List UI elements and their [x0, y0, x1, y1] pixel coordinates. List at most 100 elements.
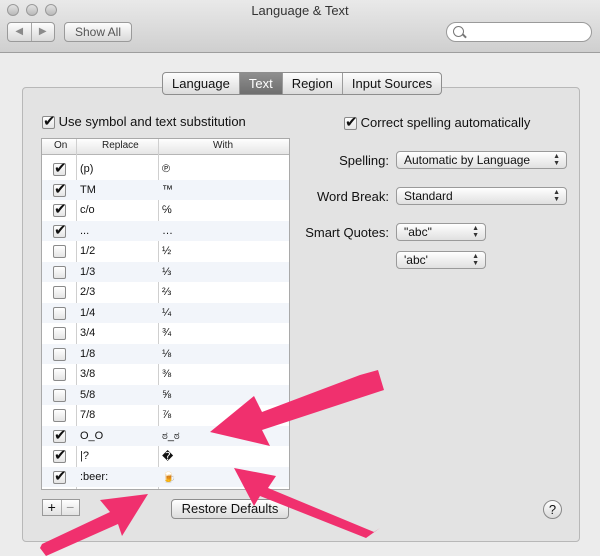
- row-enabled-checkbox[interactable]: [53, 426, 67, 444]
- table-row[interactable]: 1/8 ⅛: [42, 343, 289, 364]
- table-row[interactable]: 3/4 ¾: [42, 323, 289, 344]
- tab-text[interactable]: Text: [239, 73, 283, 94]
- column-header-with[interactable]: With: [213, 140, 233, 151]
- row-enabled-checkbox[interactable]: [53, 446, 67, 464]
- table-row[interactable]: TM ™: [42, 179, 289, 200]
- popup-arrows-icon: ▲ ▼: [472, 253, 479, 267]
- row-enabled-checkbox[interactable]: [53, 388, 66, 402]
- forward-icon[interactable]: ▶: [32, 23, 55, 41]
- table-row[interactable]: 1/4 ¼: [42, 302, 289, 323]
- row-with-text[interactable]: 🍺: [162, 471, 176, 484]
- title-bar: Language & Text ◀ ▶ Show All: [0, 0, 600, 53]
- correct-spelling-row: Correct spelling automatically: [344, 113, 531, 131]
- row-enabled-checkbox[interactable]: [53, 368, 66, 381]
- row-with-text[interactable]: ⅜: [162, 368, 171, 380]
- table-row[interactable]: |? �: [42, 446, 289, 467]
- column-header-replace[interactable]: Replace: [102, 140, 139, 151]
- spelling-popup[interactable]: Automatic by Language ▲ ▼: [396, 151, 567, 169]
- row-enabled-checkbox[interactable]: [53, 306, 66, 320]
- row-with-text[interactable]: ℅: [162, 204, 172, 216]
- row-replace-text[interactable]: 1/2: [80, 245, 95, 257]
- row-enabled-checkbox[interactable]: [53, 245, 66, 258]
- row-with-text[interactable]: ¾: [162, 327, 171, 339]
- smart-quotes-label: Smart Quotes:: [305, 225, 389, 240]
- row-with-text[interactable]: ⅛: [162, 348, 171, 360]
- tab-bar: Language Text Region Input Sources: [162, 72, 443, 95]
- table-row[interactable]: :beer: 🍺: [42, 466, 289, 487]
- row-replace-text[interactable]: 5/8: [80, 389, 95, 401]
- row-replace-text[interactable]: 7/8: [80, 409, 95, 421]
- row-replace-text[interactable]: O_O: [80, 430, 103, 442]
- back-icon[interactable]: ◀: [8, 23, 32, 41]
- table-row[interactable]: O_O ಠ_ಠ: [42, 425, 289, 446]
- row-enabled-checkbox[interactable]: [53, 409, 66, 422]
- popup-arrows-icon: ▲ ▼: [472, 225, 479, 239]
- substitution-table[interactable]: On Replace With (p) ℗ TM ™ c/o ℅... … 1/2 ½ 1/3 ⅓ 2…: [41, 138, 290, 490]
- row-with-text[interactable]: ಠ_ಠ: [162, 430, 180, 443]
- use-substitution-checkbox[interactable]: [42, 112, 56, 130]
- row-enabled-checkbox[interactable]: [53, 159, 67, 177]
- tab-language[interactable]: Language: [163, 73, 240, 94]
- table-row[interactable]: c/o ℅: [42, 200, 289, 221]
- row-replace-text[interactable]: 1/4: [80, 307, 95, 319]
- spelling-label: Spelling:: [339, 153, 389, 168]
- row-with-text[interactable]: ¼: [162, 307, 171, 319]
- row-with-text[interactable]: ½: [162, 245, 171, 257]
- add-button[interactable]: +: [43, 500, 62, 515]
- row-replace-text[interactable]: |?: [80, 450, 89, 462]
- table-row[interactable]: 3/8 ⅜: [42, 364, 289, 385]
- column-header-on[interactable]: On: [54, 140, 67, 151]
- single-quotes-value: 'abc': [404, 253, 428, 267]
- row-replace-text[interactable]: ...: [80, 225, 89, 237]
- row-with-text[interactable]: ℗: [162, 163, 170, 175]
- row-with-text[interactable]: ⅓: [162, 266, 171, 278]
- correct-spelling-label: Correct spelling automatically: [360, 115, 531, 130]
- tab-input-sources[interactable]: Input Sources: [343, 73, 441, 94]
- row-with-text[interactable]: ⅔: [162, 286, 171, 298]
- table-row[interactable]: 5/8 ⅝: [42, 384, 289, 405]
- word-break-popup[interactable]: Standard ▲ ▼: [396, 187, 567, 205]
- table-row[interactable]: (p) ℗: [42, 159, 289, 180]
- row-replace-text[interactable]: 3/4: [80, 327, 95, 339]
- row-enabled-checkbox[interactable]: [53, 265, 66, 279]
- row-replace-text[interactable]: :beer:: [80, 471, 108, 483]
- row-enabled-checkbox[interactable]: [53, 200, 67, 218]
- spelling-value: Automatic by Language: [404, 153, 531, 167]
- row-enabled-checkbox[interactable]: [53, 221, 67, 239]
- row-enabled-checkbox[interactable]: [53, 467, 67, 485]
- row-replace-text[interactable]: 1/3: [80, 266, 95, 278]
- row-enabled-checkbox[interactable]: [53, 286, 66, 299]
- row-enabled-checkbox[interactable]: [53, 347, 66, 361]
- row-with-text[interactable]: �: [162, 450, 173, 463]
- row-with-text[interactable]: ⅝: [162, 389, 171, 401]
- remove-button[interactable]: −: [62, 500, 80, 515]
- popup-arrows-icon: ▲ ▼: [553, 153, 560, 167]
- row-replace-text[interactable]: 1/8: [80, 348, 95, 360]
- row-with-text[interactable]: ⅞: [162, 409, 171, 421]
- table-row[interactable]: 7/8 ⅞: [42, 405, 289, 426]
- add-remove-control: + −: [42, 499, 80, 516]
- smart-double-quotes-popup[interactable]: "abc" ▲ ▼: [396, 223, 486, 241]
- show-all-button[interactable]: Show All: [64, 22, 132, 42]
- row-replace-text[interactable]: c/o: [80, 204, 95, 216]
- row-replace-text[interactable]: (p): [80, 163, 93, 175]
- table-header: On Replace With: [42, 139, 289, 155]
- table-row[interactable]: 2/3 ⅔: [42, 282, 289, 303]
- row-replace-text[interactable]: 3/8: [80, 368, 95, 380]
- correct-spelling-checkbox[interactable]: [344, 113, 358, 131]
- table-row[interactable]: 1/3 ⅓: [42, 261, 289, 282]
- row-enabled-checkbox[interactable]: [53, 327, 66, 340]
- nav-buttons: ◀ ▶: [7, 22, 55, 42]
- search-field[interactable]: [446, 22, 592, 42]
- row-enabled-checkbox[interactable]: [53, 180, 67, 198]
- restore-defaults-button[interactable]: Restore Defaults: [171, 499, 289, 519]
- row-replace-text[interactable]: TM: [80, 184, 96, 196]
- smart-single-quotes-popup[interactable]: 'abc' ▲ ▼: [396, 251, 486, 269]
- help-button[interactable]: ?: [543, 500, 562, 519]
- table-row[interactable]: ... …: [42, 220, 289, 241]
- table-row[interactable]: 1/2 ½: [42, 241, 289, 262]
- tab-region[interactable]: Region: [283, 73, 343, 94]
- row-with-text[interactable]: …: [162, 225, 173, 237]
- row-with-text[interactable]: ™: [162, 184, 173, 196]
- row-replace-text[interactable]: 2/3: [80, 286, 95, 298]
